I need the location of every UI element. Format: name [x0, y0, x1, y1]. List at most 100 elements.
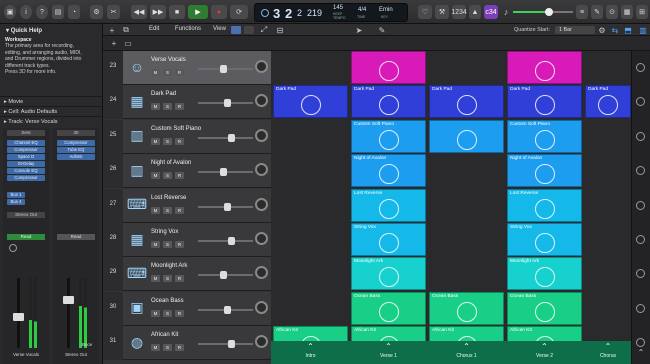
loop-browser-icon[interactable]: ⊙ [606, 5, 618, 19]
mute-button[interactable]: M [151, 172, 160, 180]
track-stop-button[interactable] [636, 338, 645, 348]
scene-trigger[interactable]: ⌃ Chorus 1 [429, 341, 504, 364]
track-header[interactable]: 30 ▣ Ocean Bass M S R [103, 291, 271, 326]
duplicate-track-icon[interactable]: ⧉ [121, 24, 131, 36]
track-volume-knob[interactable] [224, 99, 231, 108]
mixer-icon[interactable]: ⚙ [90, 5, 103, 19]
loop-cell[interactable]: String Vox [351, 223, 426, 256]
track-volume-slider[interactable] [198, 168, 253, 177]
track-volume-knob[interactable] [220, 168, 227, 177]
cell-defaults-section[interactable]: ▸ Cell: Audio Defaults [0, 106, 102, 116]
loop-cell[interactable]: Custom Soft Piano [351, 119, 426, 153]
loop-cell[interactable]: Dark Pad [507, 85, 582, 119]
info-icon[interactable]: i [20, 5, 32, 19]
pan-knob[interactable] [255, 300, 268, 314]
track-name[interactable]: Dark Pad [151, 91, 176, 97]
mute-button[interactable]: M [151, 344, 160, 352]
plugin-slot[interactable]: Console EQ [7, 168, 45, 174]
view-menu[interactable]: View [213, 26, 226, 32]
plugin-slot[interactable]: Channel EQ [7, 140, 45, 146]
solo-button[interactable]: S [163, 344, 172, 352]
master-volume-knob[interactable] [545, 8, 553, 16]
loop-cell[interactable]: Lost Reverse [351, 188, 426, 222]
master-volume-slider[interactable] [513, 8, 573, 16]
scene-trigger[interactable]: ⌃ Verse 1 [351, 341, 426, 364]
track-volume-knob[interactable] [228, 340, 235, 349]
loop-cell[interactable]: Custom Soft Piano [507, 119, 582, 153]
add-track-icon[interactable]: + [107, 24, 117, 36]
loop-cell[interactable] [351, 51, 426, 84]
chevron-icon[interactable]: ⇆ [610, 24, 620, 36]
solo-button[interactable]: S [163, 137, 172, 145]
lcd-time-signature[interactable]: 4/4 [358, 7, 366, 13]
track-volume-knob[interactable] [228, 133, 235, 142]
waveform-zoom-icon[interactable]: ▥ [638, 24, 648, 36]
track-stop-button[interactable] [636, 97, 645, 107]
help-icon[interactable]: ? [36, 5, 48, 19]
loop-cell[interactable]: Dark Pad [585, 85, 631, 119]
pan-knob[interactable] [255, 197, 268, 211]
quantize-select[interactable]: 1 Bar [555, 26, 595, 34]
loop-cell[interactable]: Night of Avalon [507, 154, 582, 188]
setting-button[interactable]: 30 [57, 130, 95, 136]
track-name[interactable]: Night of Avalon [151, 160, 191, 166]
track-volume-slider[interactable] [198, 340, 253, 349]
movie-section[interactable]: ▸ Movie [0, 96, 102, 106]
track-name[interactable]: African Kit [151, 332, 178, 338]
track-stop-button[interactable] [636, 131, 645, 141]
settings-icon[interactable]: ⚙ [597, 24, 607, 36]
mute-button[interactable]: M [151, 103, 160, 111]
loop-cell[interactable]: Dark Pad [429, 85, 504, 119]
solo-button[interactable]: S [163, 103, 172, 111]
send-slot[interactable]: Bus 4 [7, 199, 25, 205]
track-header[interactable]: 27 ⌨ Lost Reverse M S R [103, 188, 271, 223]
pan-knob[interactable] [255, 232, 268, 245]
lcd-key[interactable]: Emin [379, 7, 393, 13]
solo-button[interactable]: S [163, 241, 172, 248]
lcd-mode-icon[interactable] [261, 9, 269, 17]
stop-button[interactable]: ■ [169, 5, 185, 19]
loop-cell[interactable]: Moonlight Ark [351, 257, 426, 291]
pointer-tool-icon[interactable]: ➤ [353, 24, 365, 36]
track-stop-button[interactable] [636, 269, 645, 279]
solo-button[interactable]: S [163, 69, 172, 76]
track-name[interactable]: Verse Vocals [151, 57, 186, 63]
pan-knob[interactable] [255, 266, 268, 280]
setting-button[interactable]: Sent [7, 130, 45, 136]
solo-button[interactable]: S [163, 275, 172, 283]
pan-knob[interactable] [255, 128, 268, 142]
track-name[interactable]: String Vox [151, 229, 178, 235]
quick-help-header[interactable]: ▾ Quick Help [0, 26, 102, 36]
volume-fader[interactable] [13, 313, 24, 321]
track-volume-slider[interactable] [198, 133, 253, 142]
record-enable-button[interactable]: R [175, 137, 184, 145]
pan-knob[interactable] [255, 335, 268, 349]
cycle-button[interactable]: ⟳ [230, 5, 248, 19]
library-icon[interactable]: ▣ [4, 5, 16, 19]
track-volume-slider[interactable] [198, 65, 253, 73]
loop-cell[interactable]: Dark Pad [351, 85, 426, 119]
bounce-label[interactable]: Bnce [77, 342, 97, 347]
send-slot[interactable]: Bus 1 [7, 192, 25, 198]
loop-cell[interactable] [429, 119, 504, 153]
record-enable-button[interactable]: R [175, 309, 184, 317]
play-button[interactable]: ▶ [188, 5, 208, 19]
track-name[interactable]: Lost Reverse [151, 195, 186, 201]
counter-badge[interactable]: c34 [484, 5, 498, 19]
mute-button[interactable]: M [151, 275, 160, 283]
folder-icon[interactable]: ▭ [123, 38, 133, 48]
lcd-display[interactable]: 3 2 2 219 145 KEEP TEMPO 4/4 TIME Emin K… [254, 3, 408, 22]
track-section[interactable]: ▸ Track: Verse Vocals [0, 116, 102, 126]
track-stop-button[interactable] [636, 200, 645, 210]
record-enable-button[interactable]: R [175, 69, 184, 76]
loop-cell[interactable] [507, 51, 582, 84]
plugin-slot[interactable]: St-Delay [7, 161, 45, 167]
track-header[interactable]: 29 ⌨ Moonlight Ark M S R [103, 257, 271, 292]
plugin-slot[interactable]: Compressor [57, 140, 95, 146]
loop-cell[interactable]: Ocean Bass [351, 291, 426, 325]
loop-cell[interactable]: Moonlight Ark [507, 257, 582, 291]
track-stop-button[interactable] [636, 235, 645, 244]
record-enable-button[interactable]: R [175, 172, 184, 180]
track-volume-slider[interactable] [198, 99, 253, 108]
track-stop-button[interactable] [636, 166, 645, 176]
